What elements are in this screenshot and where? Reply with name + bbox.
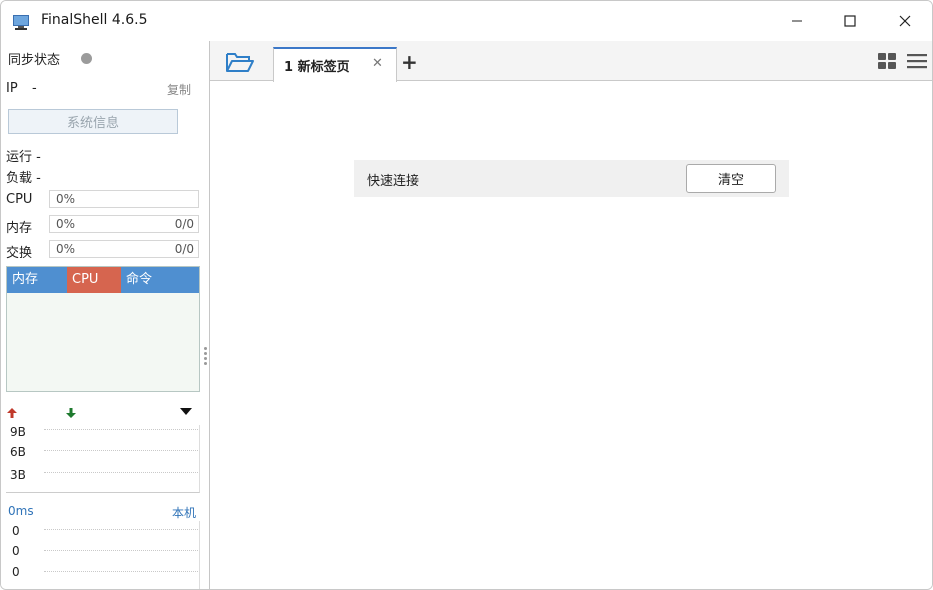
main-area: 1 新标签页 ✕ + 快速连接 清空: [209, 41, 932, 589]
upload-arrow-icon: [7, 408, 17, 418]
sidebar-splitter-handle[interactable]: [204, 347, 208, 367]
memory-meter-percent: 0%: [56, 217, 76, 231]
tab-bar: 1 新标签页 ✕ +: [210, 41, 932, 82]
load-label: 负载 -: [6, 171, 41, 186]
quick-connect-panel: 快速连接 清空: [354, 160, 789, 197]
sync-status-indicator: [81, 53, 92, 64]
ping-latency-label: 0ms: [8, 504, 34, 518]
ping-tick-label: 0: [12, 565, 20, 579]
column-cpu[interactable]: CPU: [67, 267, 121, 293]
tab-new-tab[interactable]: 1 新标签页 ✕: [273, 47, 397, 82]
copy-ip-link[interactable]: 复制: [167, 81, 191, 98]
process-table[interactable]: 内存 CPU 命令: [6, 266, 200, 392]
close-button[interactable]: [882, 1, 928, 41]
network-tick-label: 9B: [10, 425, 26, 439]
swap-meter-label: 交换: [6, 246, 33, 261]
column-memory[interactable]: 内存: [7, 267, 67, 293]
plus-icon[interactable]: +: [401, 50, 418, 74]
network-interface-dropdown-icon[interactable]: [180, 407, 192, 417]
close-tab-icon[interactable]: ✕: [372, 56, 383, 71]
network-tick-label: 3B: [10, 468, 26, 482]
grid-view-icon[interactable]: [877, 52, 897, 70]
window-title: FinalShell 4.6.5: [41, 12, 148, 28]
column-command[interactable]: 命令: [121, 267, 199, 293]
swap-meter-value: 0/0: [174, 242, 194, 256]
gridline: [44, 472, 198, 473]
system-info-button[interactable]: 系统信息: [8, 109, 178, 134]
gridline: [44, 571, 198, 572]
minimize-button[interactable]: [774, 1, 820, 41]
memory-meter: 0% 0/0: [49, 215, 199, 233]
gridline: [44, 529, 198, 530]
minimize-icon: [792, 20, 802, 22]
ping-tick-label: 0: [12, 524, 20, 538]
quick-connect-label: 快速连接: [367, 174, 420, 189]
folder-open-icon[interactable]: [225, 50, 255, 74]
ip-label: IP: [6, 81, 18, 96]
swap-meter: 0% 0/0: [49, 240, 199, 258]
monitor-sidebar: 同步状态 IP - 复制 系统信息 运行 - 负载 - CPU 0% 内存 0%…: [1, 41, 209, 589]
maximize-icon: [844, 15, 856, 27]
cpu-meter-label: CPU: [6, 192, 33, 207]
sync-status-label: 同步状态: [8, 53, 61, 68]
memory-meter-label: 内存: [6, 221, 33, 236]
gridline: [44, 429, 198, 430]
ping-host-link[interactable]: 本机: [172, 504, 196, 521]
gridline: [44, 450, 198, 451]
cpu-meter-percent: 0%: [56, 192, 76, 206]
network-tick-label: 6B: [10, 445, 26, 459]
uptime-label: 运行 -: [6, 150, 41, 165]
ip-value: -: [32, 81, 37, 96]
tab-label: 1 新标签页: [284, 60, 350, 75]
ping-tick-label: 0: [12, 544, 20, 558]
download-arrow-icon: [66, 408, 76, 418]
maximize-button[interactable]: [827, 1, 873, 41]
process-table-header: 内存 CPU 命令: [7, 267, 199, 293]
ping-chart: 0 0 0: [6, 521, 200, 589]
gridline: [44, 550, 198, 551]
memory-meter-value: 0/0: [174, 217, 194, 231]
swap-meter-percent: 0%: [56, 242, 76, 256]
title-bar[interactable]: FinalShell 4.6.5: [1, 1, 932, 41]
close-icon: [899, 15, 911, 27]
cpu-meter: 0%: [49, 190, 199, 208]
clear-button[interactable]: 清空: [686, 164, 776, 193]
terminal-icon: [13, 15, 29, 30]
network-chart: 9B 6B 3B: [6, 425, 200, 493]
hamburger-menu-icon[interactable]: [906, 52, 928, 70]
app-window: FinalShell 4.6.5 同步状态 IP - 复制 系统信息 运行 - …: [0, 0, 933, 590]
